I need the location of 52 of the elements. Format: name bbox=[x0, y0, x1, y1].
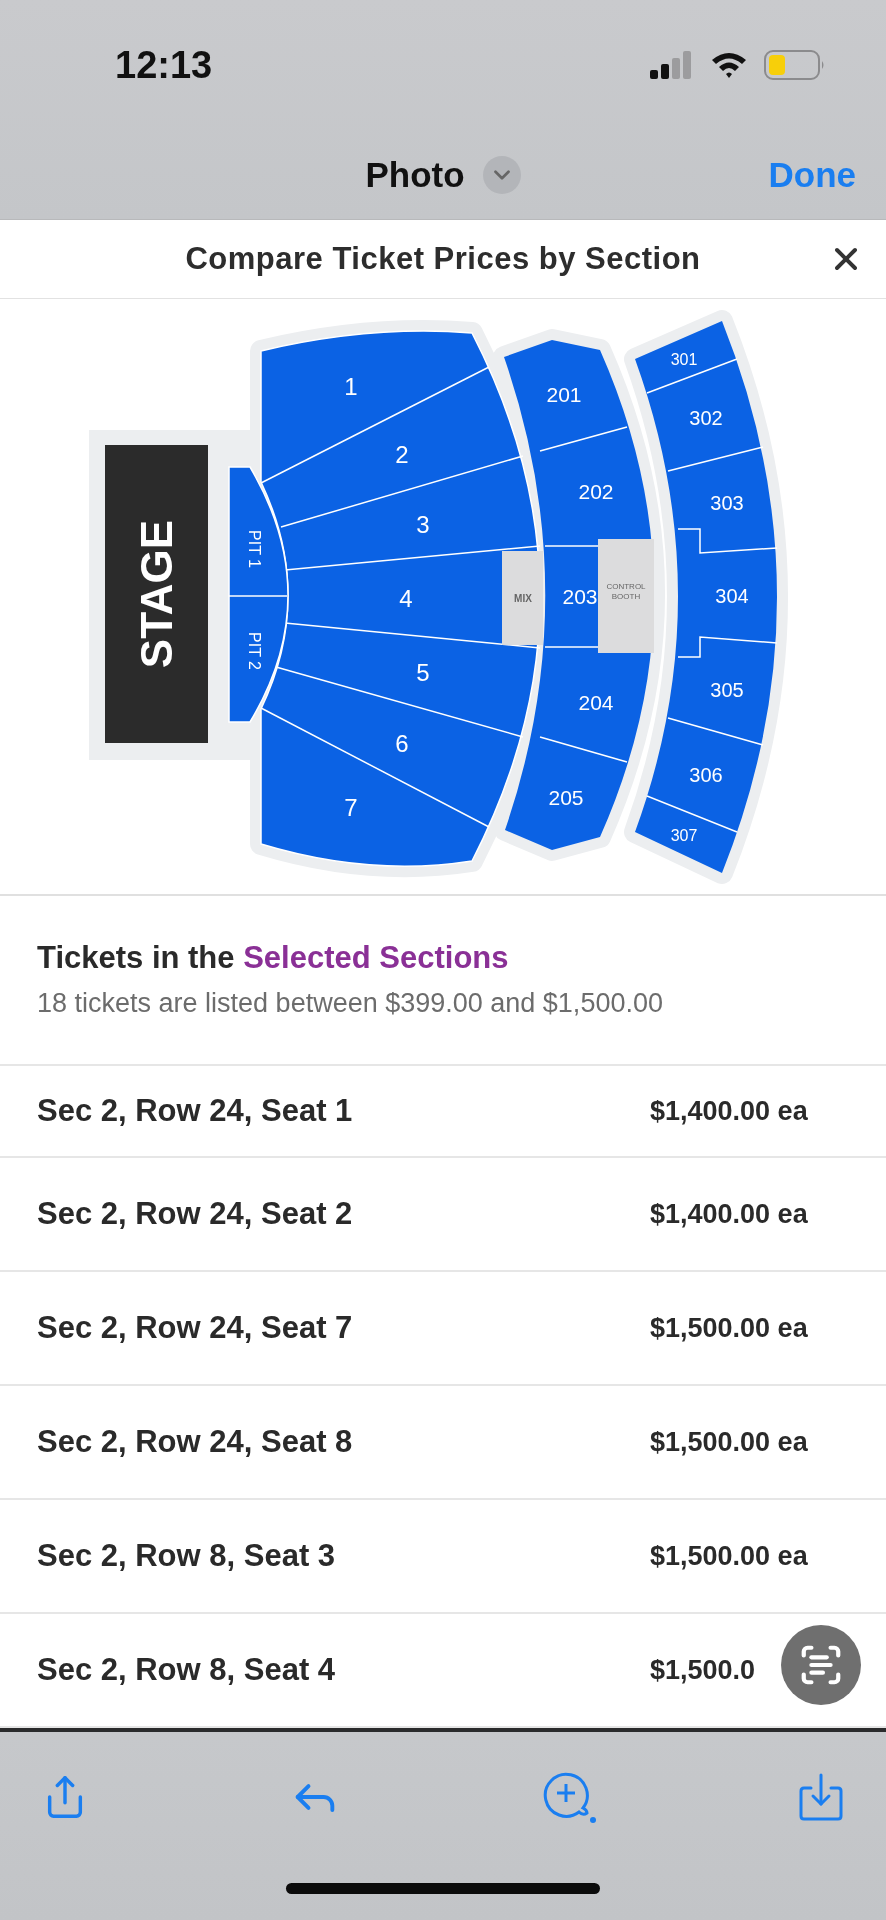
price-text: $1,500.00 ea bbox=[650, 1426, 808, 1458]
seat-text: Sec 2, Row 24, Seat 8 bbox=[37, 1424, 353, 1460]
section-label: 307 bbox=[670, 826, 698, 844]
section-label: 201 bbox=[546, 382, 582, 406]
section-label: 1 bbox=[344, 372, 358, 400]
section-label: 301 bbox=[670, 350, 698, 368]
seat-text: Sec 2, Row 24, Seat 1 bbox=[37, 1093, 353, 1129]
sheet-title: Compare Ticket Prices by Section bbox=[185, 240, 701, 277]
section-label: 305 bbox=[710, 678, 744, 701]
ticket-row[interactable]: Sec 2, Row 24, Seat 7 $1,500.00 ea bbox=[0, 1272, 886, 1386]
battery-icon bbox=[764, 50, 826, 80]
seat-text: Sec 2, Row 8, Seat 4 bbox=[37, 1652, 336, 1688]
ticket-row[interactable]: Sec 2, Row 24, Seat 1 $1,400.00 ea bbox=[0, 1066, 886, 1158]
section-label: 7 bbox=[344, 793, 358, 821]
stage-label: STAGE bbox=[131, 519, 181, 668]
section-label: 202 bbox=[578, 479, 614, 503]
tickets-heading: Tickets in the Selected Sections bbox=[37, 940, 510, 977]
pit-label: PIT 2 bbox=[245, 631, 263, 670]
price-text: $1,500.00 ea bbox=[650, 1540, 808, 1572]
ticket-row[interactable]: Sec 2, Row 24, Seat 2 $1,400.00 ea bbox=[0, 1158, 886, 1272]
ticket-row[interactable]: Sec 2, Row 8, Seat 3 $1,500.00 ea bbox=[0, 1500, 886, 1614]
tickets-summary: 18 tickets are listed between $399.00 and $1,500.00 bbox=[37, 988, 664, 1020]
price-text: $1,500.00 ea bbox=[650, 1312, 808, 1344]
section-label: 4 bbox=[399, 584, 413, 612]
section-label: 304 bbox=[715, 584, 749, 607]
seat-text: Sec 2, Row 8, Seat 3 bbox=[37, 1538, 336, 1574]
seat-text: Sec 2, Row 24, Seat 7 bbox=[37, 1310, 353, 1346]
price-text: $1,500.0 bbox=[650, 1654, 756, 1686]
photo-title: Photo bbox=[365, 154, 465, 195]
pit-label: PIT 1 bbox=[245, 529, 263, 568]
ticket-row[interactable]: Sec 2, Row 24, Seat 8 $1,500.00 ea bbox=[0, 1386, 886, 1500]
section-label: 5 bbox=[416, 658, 430, 686]
booth-label: CONTROL BOOTH bbox=[606, 581, 646, 601]
mix-label: MIX bbox=[514, 592, 532, 604]
add-circle-icon bbox=[542, 1770, 597, 1824]
section-label: 306 bbox=[689, 763, 723, 786]
section-label: 3 bbox=[416, 510, 430, 538]
download-icon bbox=[798, 1772, 844, 1822]
seat-text: Sec 2, Row 24, Seat 2 bbox=[37, 1196, 353, 1232]
signal-icon bbox=[650, 51, 694, 79]
section-label: 302 bbox=[689, 406, 723, 429]
section-label: 204 bbox=[578, 690, 614, 714]
dropdown-button[interactable] bbox=[482, 155, 521, 194]
status-time: 12:13 bbox=[115, 43, 213, 87]
section-label: 6 bbox=[395, 729, 409, 757]
section-label: 205 bbox=[548, 785, 584, 809]
price-text: $1,400.00 ea bbox=[650, 1095, 808, 1127]
section-label: 203 bbox=[562, 584, 598, 608]
wifi-icon bbox=[710, 51, 748, 79]
section-label: 2 bbox=[395, 440, 409, 468]
section-label: 303 bbox=[710, 491, 744, 514]
price-text: $1,400.00 ea bbox=[650, 1198, 808, 1230]
